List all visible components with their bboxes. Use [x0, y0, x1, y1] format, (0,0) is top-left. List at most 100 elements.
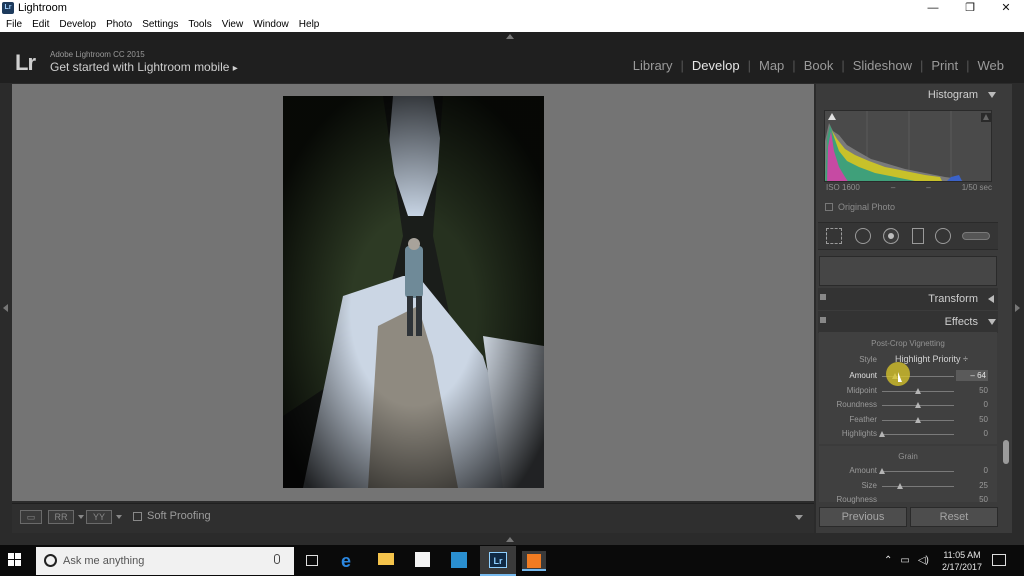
menu-window[interactable]: Window	[253, 19, 289, 30]
module-slideshow[interactable]: Slideshow	[845, 58, 920, 73]
vignetting-roundness-label: Roundness	[836, 400, 877, 409]
histogram-graph[interactable]	[824, 110, 992, 182]
top-panel-toggle-icon[interactable]	[506, 34, 514, 39]
swap-dropdown-icon[interactable]	[116, 515, 122, 519]
grain-size-slider[interactable]	[882, 485, 954, 487]
windows-start-icon[interactable]	[8, 553, 22, 567]
vignetting-highlights-value[interactable]: 0	[958, 429, 988, 438]
module-print[interactable]: Print	[923, 58, 966, 73]
module-library[interactable]: Library	[625, 58, 681, 73]
grain-amount-slider[interactable]	[882, 471, 954, 472]
reset-button[interactable]: Reset	[910, 507, 998, 527]
transform-title-wrap: Transform	[818, 289, 998, 309]
grain-size-slider-thumb[interactable]	[897, 482, 903, 489]
task-view-icon[interactable]	[306, 555, 318, 566]
effects-title-wrap: Effects	[818, 312, 998, 332]
file-explorer-icon[interactable]	[378, 553, 394, 565]
before-after-button[interactable]: RR	[48, 510, 74, 524]
left-panel-toggle-icon[interactable]	[3, 304, 8, 312]
menu-help[interactable]: Help	[299, 19, 320, 30]
aperture: –	[926, 183, 931, 192]
menu-view[interactable]: View	[222, 19, 244, 30]
panel-scrollbar[interactable]	[1003, 440, 1009, 464]
media-player-icon[interactable]	[451, 552, 467, 568]
grain-roughness-value[interactable]: 50	[958, 495, 988, 504]
edge-browser-icon[interactable]: e	[341, 551, 351, 572]
adjustment-brush-icon[interactable]	[962, 232, 990, 240]
minimize-button[interactable]: —	[918, 0, 948, 16]
previous-button[interactable]: Previous	[819, 507, 907, 527]
swap-button[interactable]: YY	[86, 510, 112, 524]
vignetting-feather-value[interactable]: 50	[958, 415, 988, 424]
vignetting-title: Post-Crop Vignetting	[871, 339, 945, 348]
module-web[interactable]: Web	[970, 58, 1013, 73]
restore-button[interactable]: ❐	[955, 0, 985, 16]
menu-settings[interactable]: Settings	[142, 19, 178, 30]
original-photo-checkbox[interactable]	[825, 203, 833, 211]
histogram-header[interactable]: Histogram	[818, 85, 998, 105]
taskbar-clock[interactable]: 11:05 AM 2/17/2017	[940, 549, 984, 573]
filmstrip-toggle-icon[interactable]	[506, 537, 514, 542]
toolbar-options-icon[interactable]	[795, 515, 803, 520]
red-eye-icon[interactable]	[883, 228, 899, 244]
clock-date: 2/17/2017	[941, 562, 983, 572]
battery-icon[interactable]: ▭	[900, 555, 909, 566]
window-title: Lightroom	[18, 2, 67, 14]
module-develop[interactable]: Develop	[684, 58, 748, 73]
action-center-icon[interactable]	[992, 554, 1006, 566]
soft-proofing-checkbox[interactable]	[133, 512, 142, 521]
loupe-view-button[interactable]: ▭	[20, 510, 42, 524]
vignetting-highlights-slider-thumb[interactable]	[879, 431, 885, 437]
menu-tools[interactable]: Tools	[188, 19, 211, 30]
volume-icon[interactable]: ◁)	[918, 555, 929, 566]
tray-chevron-icon[interactable]: ⌃	[884, 555, 892, 566]
mouse-cursor-icon	[898, 372, 902, 382]
microphone-icon[interactable]	[274, 554, 280, 564]
grain-size-value[interactable]: 25	[958, 481, 988, 490]
menu-develop[interactable]: Develop	[59, 19, 96, 30]
clock-time: 11:05 AM	[943, 550, 981, 560]
close-button[interactable]: ✕	[991, 0, 1021, 16]
style-dropdown[interactable]: Highlight Priority ÷	[895, 354, 968, 364]
transform-expand-icon[interactable]	[988, 295, 994, 303]
grain-title: Grain	[898, 452, 918, 461]
lightroom-taskbar-icon: Lr	[489, 552, 507, 568]
effects-collapse-icon[interactable]	[988, 319, 996, 325]
taskbar-lightroom-button[interactable]: Lr	[480, 546, 516, 576]
product-name: Adobe Lightroom CC 2015	[50, 50, 145, 59]
module-book[interactable]: Book	[796, 58, 842, 73]
style-label: Style	[859, 355, 877, 364]
radial-filter-icon[interactable]	[935, 228, 951, 244]
menu-bar: File Edit Develop Photo Settings Tools V…	[0, 16, 1024, 32]
vignetting-highlights-slider[interactable]	[882, 434, 954, 435]
taskbar-recorder-button[interactable]	[522, 551, 546, 571]
menu-edit[interactable]: Edit	[32, 19, 49, 30]
module-picker: Library | Develop | Map | Book | Slideshow | …	[625, 58, 1012, 73]
soft-proofing-label: Soft Proofing	[147, 510, 211, 522]
mobile-promo-link[interactable]: Get started with Lightroom mobile ▸	[50, 60, 238, 74]
module-map[interactable]: Map	[751, 58, 792, 73]
menu-photo[interactable]: Photo	[106, 19, 132, 30]
vignetting-roundness-slider-thumb[interactable]	[915, 402, 921, 408]
grain-amount-value[interactable]: 0	[958, 466, 988, 475]
spot-removal-icon[interactable]	[855, 228, 871, 244]
menu-file[interactable]: File	[6, 19, 22, 30]
right-panel-toggle-icon[interactable]	[1015, 304, 1020, 312]
histogram-title: Histogram	[927, 89, 978, 101]
vignetting-midpoint-value[interactable]: 50	[958, 386, 988, 395]
amount-value-field[interactable]: – 64	[956, 370, 988, 381]
grain-amount-label: Amount	[849, 466, 877, 475]
grain-amount-slider-thumb[interactable]	[879, 468, 885, 474]
before-after-dropdown-icon[interactable]	[78, 515, 84, 519]
graduated-filter-icon[interactable]	[912, 228, 924, 244]
histogram-svg	[825, 111, 991, 181]
vignetting-feather-slider-thumb[interactable]	[915, 416, 921, 423]
grain-roughness-label: Roughness	[836, 495, 877, 504]
vignetting-roundness-value[interactable]: 0	[958, 400, 988, 409]
store-icon[interactable]	[415, 552, 430, 567]
vignetting-midpoint-label: Midpoint	[846, 385, 877, 395]
vignetting-midpoint-slider-thumb[interactable]	[915, 387, 921, 394]
crop-tool-icon[interactable]	[826, 228, 842, 244]
photo-preview[interactable]	[283, 96, 544, 488]
histogram-collapse-icon[interactable]	[988, 92, 996, 98]
